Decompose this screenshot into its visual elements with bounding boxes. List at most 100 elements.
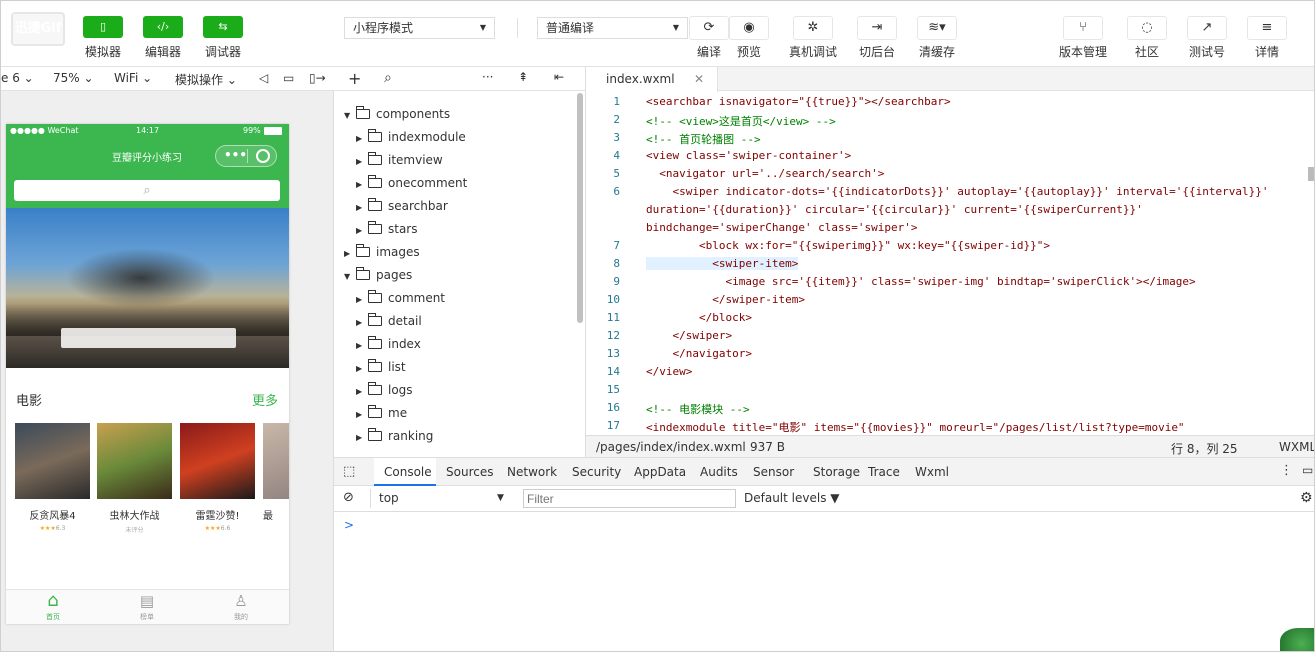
close-icon[interactable]: ✕ bbox=[694, 67, 704, 91]
code-line[interactable]: bindchange='swiperChange' class='swiper'… bbox=[646, 221, 918, 234]
caret-right-icon[interactable]: ▶ bbox=[356, 313, 368, 333]
devtools-tab-appdata[interactable]: AppData bbox=[634, 465, 686, 479]
close-circle-icon[interactable] bbox=[256, 149, 270, 163]
caret-right-icon[interactable]: ▶ bbox=[356, 428, 368, 448]
code-line[interactable]: </block> bbox=[646, 311, 752, 324]
caret-right-icon[interactable]: ▶ bbox=[356, 198, 368, 218]
code-line[interactable]: <!-- <view>这是首页</view> --> bbox=[646, 113, 836, 129]
more-icon[interactable]: ··· bbox=[482, 70, 493, 84]
tree-folder[interactable]: ▶ searchbar bbox=[356, 196, 448, 216]
code-line[interactable]: <swiper-item> bbox=[646, 257, 799, 270]
devtools-tab-sources[interactable]: Sources bbox=[446, 465, 493, 479]
caret-right-icon[interactable]: ▶ bbox=[356, 221, 368, 241]
movie-card[interactable]: 反贪风暴4 ★★★6.3 bbox=[15, 423, 90, 532]
console-filter-input[interactable] bbox=[523, 489, 736, 508]
caret-right-icon[interactable]: ▶ bbox=[356, 152, 368, 172]
code-line[interactable]: </swiper> bbox=[646, 329, 732, 342]
caret-right-icon[interactable]: ▶ bbox=[356, 359, 368, 379]
tree-folder[interactable]: ▶ stars bbox=[356, 219, 418, 239]
tree-folder[interactable]: ▶ images bbox=[344, 242, 420, 262]
window-icon[interactable]: ▭ bbox=[283, 71, 294, 85]
tab-index-wxml[interactable]: index.wxml ✕ bbox=[586, 67, 718, 92]
code-line[interactable]: </navigator> bbox=[646, 347, 751, 360]
editor-toggle-button[interactable]: ‹/› bbox=[143, 16, 183, 38]
code-line[interactable]: <block wx:for="{{swiperimg}}" wx:key="{{… bbox=[646, 239, 1050, 252]
more-dots-icon[interactable]: ••• bbox=[224, 148, 247, 162]
tab-home[interactable]: ⌂ 首页 bbox=[28, 590, 78, 622]
code-line[interactable]: <view class='swiper-container'> bbox=[646, 149, 851, 162]
more-link[interactable]: 更多 bbox=[252, 390, 278, 409]
movie-card[interactable]: 虫林大作战 未评分 bbox=[97, 423, 172, 534]
devtools-tab-wxml[interactable]: Wxml bbox=[915, 465, 949, 479]
tree-folder[interactable]: ▶ indexmodule bbox=[356, 127, 466, 147]
language-mode[interactable]: WXML bbox=[1279, 440, 1314, 454]
clear-console-icon[interactable]: ⊘ bbox=[343, 490, 354, 505]
console-prompt[interactable]: > bbox=[344, 518, 354, 532]
version-button[interactable]: ⑂ bbox=[1063, 16, 1103, 40]
banner-image[interactable] bbox=[6, 208, 289, 368]
compile-select[interactable]: 普通编译 ▼ bbox=[537, 17, 688, 39]
caret-down-icon[interactable]: ▼ bbox=[344, 106, 356, 126]
tree-folder[interactable]: ▶ ranking bbox=[356, 426, 433, 446]
devtools-tab-network[interactable]: Network bbox=[507, 465, 557, 479]
tree-folder[interactable]: ▼ components bbox=[344, 104, 450, 124]
tree-folder[interactable]: ▶ me bbox=[356, 403, 407, 423]
editor-scrollbar[interactable] bbox=[1308, 167, 1314, 181]
tree-folder[interactable]: ▶ detail bbox=[356, 311, 422, 331]
code-line[interactable]: <image src='{{item}}' class='swiper-img'… bbox=[646, 275, 1195, 288]
code-line[interactable]: <!-- 电影模块 --> bbox=[646, 401, 750, 417]
clear-cache-button[interactable]: ≋▾ bbox=[917, 16, 957, 40]
preview-button[interactable]: ◉ bbox=[729, 16, 769, 40]
vertical-dots-icon[interactable]: ⋮ bbox=[1280, 463, 1293, 478]
simulator-toggle-button[interactable]: ▯ bbox=[83, 16, 123, 38]
collapse-icon[interactable]: ⇞ bbox=[518, 70, 528, 84]
test-account-button[interactable]: ↗ bbox=[1187, 16, 1227, 40]
caret-right-icon[interactable]: ▶ bbox=[356, 382, 368, 402]
dock-icon[interactable]: ▭ bbox=[1302, 463, 1313, 477]
code-area[interactable]: 1 <searchbar isnavigator="{{true}}"></sea… bbox=[586, 95, 1314, 435]
phone-simulator[interactable]: ●●●●● WeChat 14:17 99% 豆瓣评分小练习 ••• ⌕ 电影 … bbox=[6, 124, 289, 624]
movie-card[interactable]: 最 bbox=[263, 423, 289, 522]
caret-down-icon[interactable]: ▼ bbox=[344, 267, 356, 287]
devtools-tab-sensor[interactable]: Sensor bbox=[753, 465, 794, 479]
tab-me[interactable]: ♙ 我的 bbox=[216, 590, 266, 622]
code-line[interactable]: <navigator url='../search/search'> bbox=[646, 167, 884, 180]
log-levels-select[interactable]: Default levels ▼ bbox=[744, 491, 840, 505]
details-button[interactable]: ≡ bbox=[1247, 16, 1287, 40]
remote-debug-button[interactable]: ✲ bbox=[793, 16, 833, 40]
zoom-select[interactable]: 75% ⌄ bbox=[53, 71, 94, 85]
device-select[interactable]: e 6 ⌄ bbox=[1, 71, 34, 85]
mode-select[interactable]: 小程序模式 ▼ bbox=[344, 17, 495, 39]
code-line[interactable]: </swiper-item> bbox=[646, 293, 805, 306]
debugger-toggle-button[interactable]: ⇆ bbox=[203, 16, 243, 38]
inspect-icon[interactable]: ⬚ bbox=[343, 464, 355, 479]
tree-folder[interactable]: ▼ pages bbox=[344, 265, 412, 285]
search-icon[interactable]: ⌕ bbox=[384, 70, 392, 86]
devtools-tab-security[interactable]: Security bbox=[572, 465, 621, 479]
dock-icon[interactable]: ▯→ bbox=[309, 71, 326, 85]
code-line[interactable]: <!-- 首页轮播图 --> bbox=[646, 131, 761, 147]
devtools-tab-console[interactable]: Console bbox=[384, 465, 432, 479]
context-select[interactable]: top ▼ bbox=[370, 489, 510, 508]
caret-right-icon[interactable]: ▶ bbox=[356, 129, 368, 149]
operation-select[interactable]: 模拟操作 ⌄ bbox=[175, 71, 237, 88]
volume-icon[interactable]: ◁ bbox=[259, 71, 268, 85]
devtools-tab-audits[interactable]: Audits bbox=[700, 465, 738, 479]
tree-folder[interactable]: ▶ logs bbox=[356, 380, 413, 400]
background-button[interactable]: ⇥ bbox=[857, 16, 897, 40]
code-line[interactable]: <swiper indicator-dots='{{indicatorDots}… bbox=[646, 185, 1268, 198]
movie-card[interactable]: 雷霆沙赞! ★★★6.6 bbox=[180, 423, 255, 532]
phone-search-box[interactable]: ⌕ bbox=[14, 180, 280, 201]
code-line[interactable]: <indexmodule title="电影" items="{{movies}… bbox=[646, 419, 1185, 435]
caret-right-icon[interactable]: ▶ bbox=[356, 290, 368, 310]
hide-panel-icon[interactable]: ⇤ bbox=[554, 70, 564, 84]
caret-right-icon[interactable]: ▶ bbox=[344, 244, 356, 264]
tree-folder[interactable]: ▶ index bbox=[356, 334, 421, 354]
devtools-tab-storage[interactable]: Storage bbox=[813, 465, 860, 479]
caret-right-icon[interactable]: ▶ bbox=[356, 175, 368, 195]
caret-right-icon[interactable]: ▶ bbox=[356, 336, 368, 356]
community-button[interactable]: ◌ bbox=[1127, 16, 1167, 40]
tree-folder[interactable]: ▶ comment bbox=[356, 288, 445, 308]
caret-right-icon[interactable]: ▶ bbox=[356, 405, 368, 425]
tree-scrollbar[interactable] bbox=[577, 93, 583, 323]
